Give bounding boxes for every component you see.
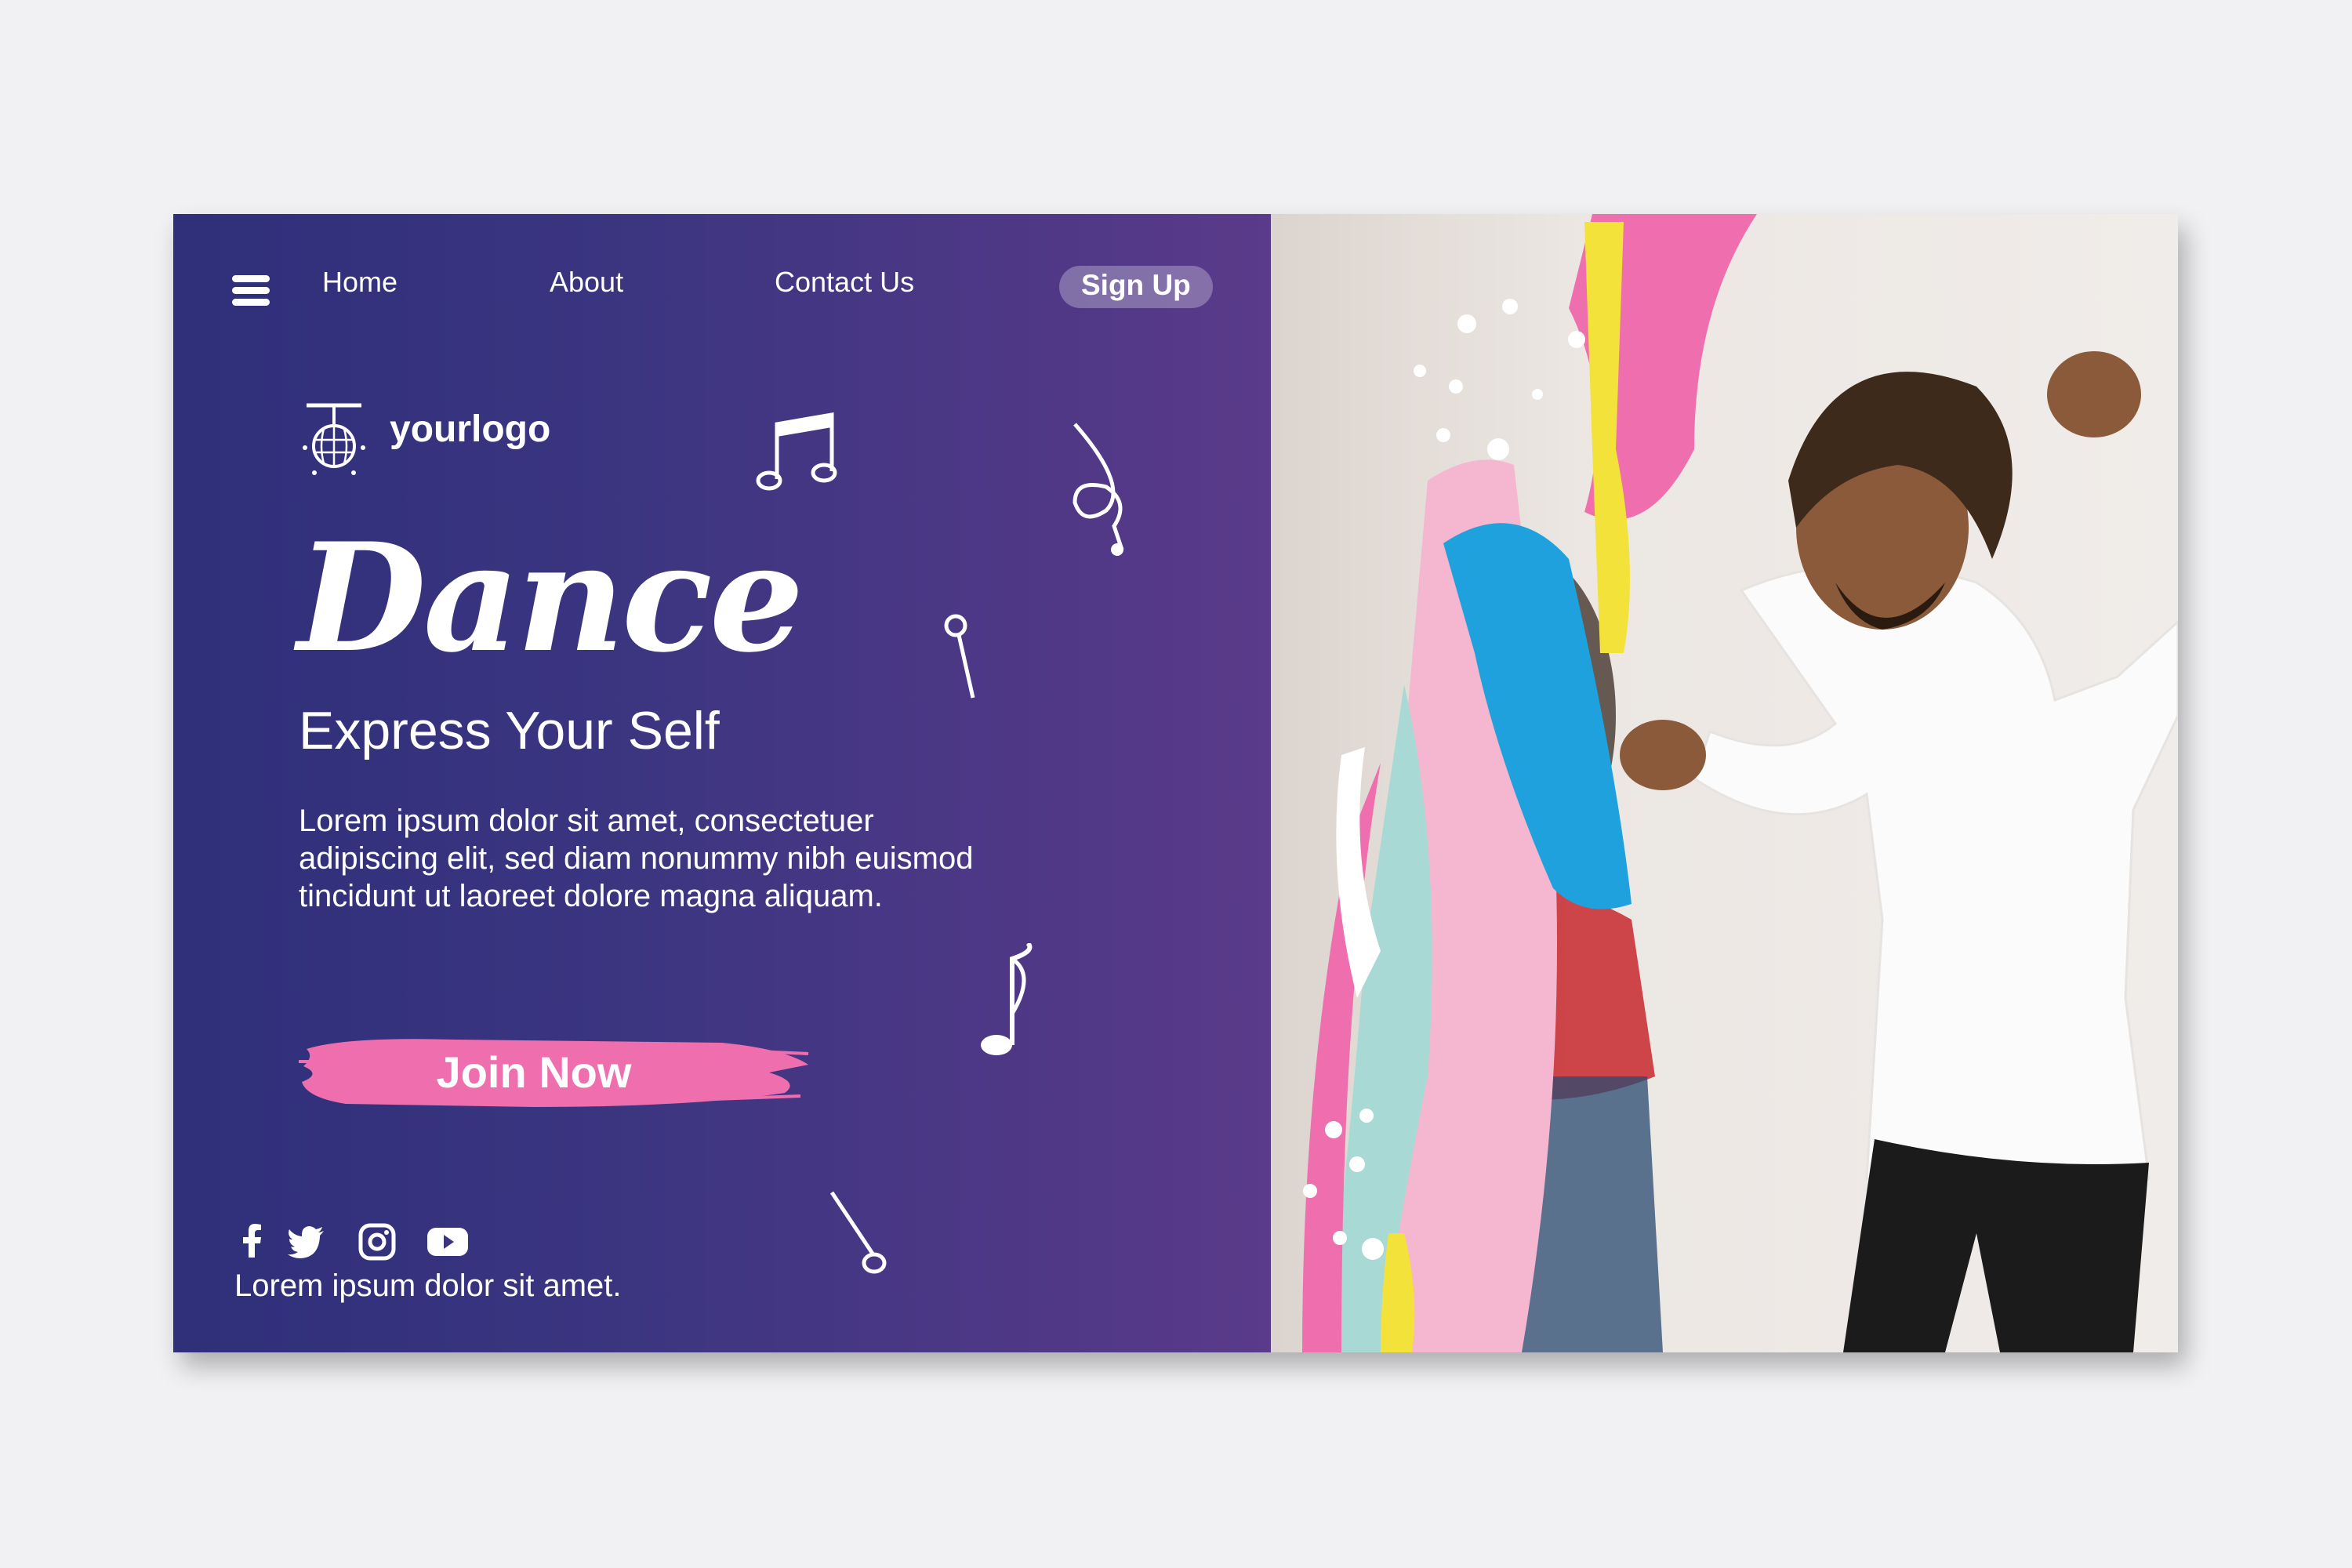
nav-about[interactable]: About xyxy=(550,266,623,299)
signup-button[interactable]: Sign Up xyxy=(1059,266,1213,308)
top-nav: Home About Contact Us Sign Up xyxy=(173,214,1428,363)
footer-text: Lorem ipsum dolor sit amet. xyxy=(234,1269,622,1303)
music-note-icon xyxy=(756,412,837,491)
music-note-icon-3 xyxy=(981,943,1033,1055)
music-note-icon-4 xyxy=(829,1191,887,1274)
hero-title: Dance xyxy=(297,510,804,685)
join-now-label[interactable]: Join Now xyxy=(299,1025,769,1120)
nav-home[interactable]: Home xyxy=(322,266,397,299)
youtube-icon[interactable] xyxy=(426,1220,470,1264)
hamburger-icon[interactable] xyxy=(232,275,270,307)
treble-clef-icon xyxy=(1073,423,1124,556)
join-now-button[interactable]: Join Now xyxy=(299,1025,816,1120)
landing-page-card: Home About Contact Us Sign Up yourlogo D… xyxy=(173,214,2178,1352)
disco-ball-icon xyxy=(303,403,365,475)
hero-panel xyxy=(173,214,1271,1352)
nav-contact-us[interactable]: Contact Us xyxy=(775,266,914,299)
hero-subtitle: Express Your Self xyxy=(299,701,720,760)
twitter-icon[interactable] xyxy=(285,1220,328,1264)
instagram-icon[interactable] xyxy=(355,1220,399,1264)
music-note-icon-2 xyxy=(944,614,975,699)
paint-splash-decoration xyxy=(1302,214,1757,1352)
hero-body: Lorem ipsum dolor sit amet, consectetuer… xyxy=(299,804,974,913)
logo-text[interactable]: yourlogo xyxy=(390,408,550,451)
facebook-icon[interactable] xyxy=(230,1220,274,1264)
